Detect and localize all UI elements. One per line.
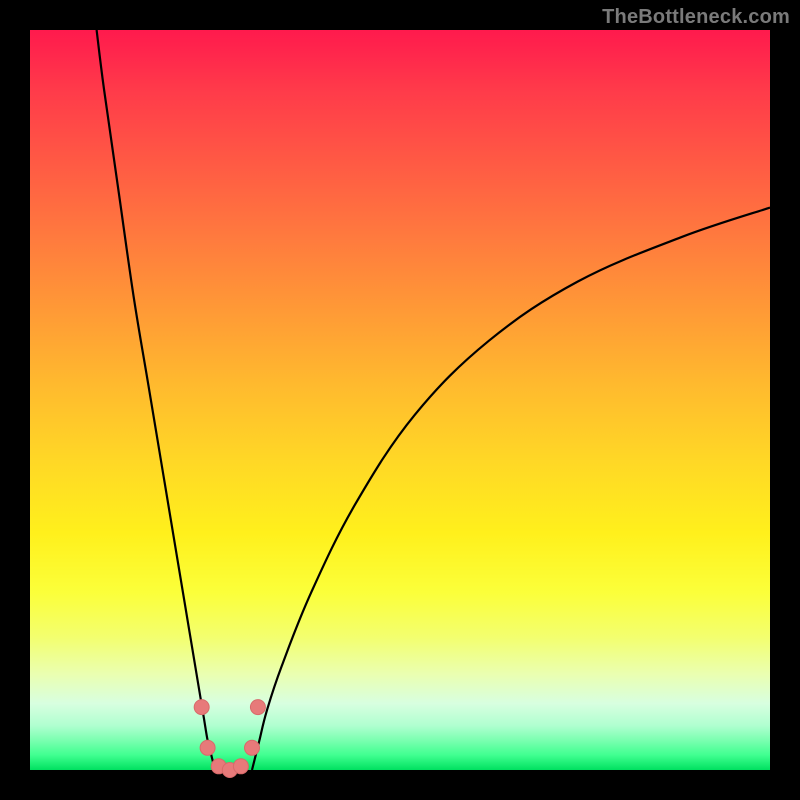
curve-right-branch (252, 208, 770, 770)
curve-left-branch (97, 30, 215, 770)
data-marker (233, 759, 248, 774)
watermark-text: TheBottleneck.com (602, 6, 790, 29)
data-marker (200, 740, 215, 755)
data-marker (245, 740, 260, 755)
marker-group (194, 700, 265, 778)
data-marker (194, 700, 209, 715)
bottleneck-chart (30, 30, 770, 770)
data-marker (250, 700, 265, 715)
